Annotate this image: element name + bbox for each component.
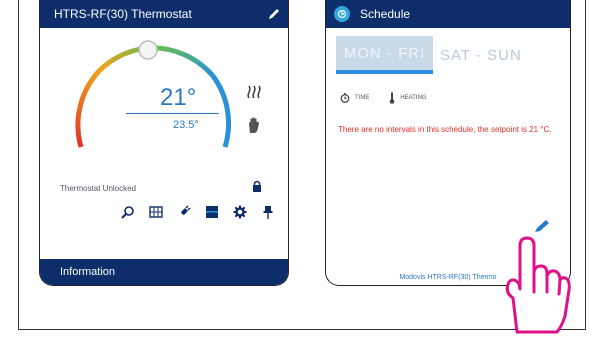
day-tabs: MON - FRI SAT - SUN: [336, 36, 529, 74]
plug-icon[interactable]: [176, 204, 192, 220]
search-icon[interactable]: [120, 204, 136, 220]
calendar-icon[interactable]: [148, 204, 164, 220]
thermostat-screen: HTRS-RF(30) Thermostat 21° 23.5° Thermos…: [39, 0, 289, 286]
edit-icon[interactable]: [260, 7, 288, 21]
schedule-title: Schedule: [360, 7, 411, 21]
legend-heating-label: HEATING: [400, 95, 427, 101]
tab-sat-sun[interactable]: SAT - SUN: [433, 36, 529, 74]
clock-icon: [340, 93, 350, 103]
legend-time: TIME: [340, 93, 369, 103]
dial-knob[interactable]: [138, 40, 158, 60]
pointer-hand-icon: [505, 236, 571, 334]
thermostat-toolbar: [120, 204, 276, 220]
schedule-legend: TIME HEATING: [340, 92, 427, 104]
edit-schedule-icon[interactable]: [533, 218, 551, 234]
temperature-divider: [126, 113, 219, 114]
gear-icon[interactable]: [232, 204, 248, 220]
schedule-empty-message: There are no intervals in this schedule,…: [338, 125, 552, 134]
information-bar[interactable]: Information: [40, 259, 288, 285]
schedule-header: Schedule: [326, 0, 570, 28]
pin-icon[interactable]: [260, 204, 276, 220]
setpoint-temperature: 21°: [160, 84, 197, 111]
schedule-icon: [334, 6, 350, 22]
lock-status: Thermostat Unlocked: [60, 184, 137, 193]
tab-mon-fri[interactable]: MON - FRI: [336, 36, 433, 74]
hand-icon: [249, 117, 259, 133]
thermometer-icon: [390, 92, 395, 104]
legend-heating: HEATING: [389, 92, 427, 104]
heat-waves-icon: [247, 85, 261, 99]
lock-icon[interactable]: [252, 180, 262, 192]
legend-time-label: TIME: [355, 95, 370, 101]
thermostat-title: HTRS-RF(30) Thermostat: [54, 7, 192, 21]
display-icon[interactable]: [204, 204, 220, 220]
thermostat-header: HTRS-RF(30) Thermostat: [40, 0, 288, 28]
actual-temperature: 23.5°: [173, 119, 199, 131]
